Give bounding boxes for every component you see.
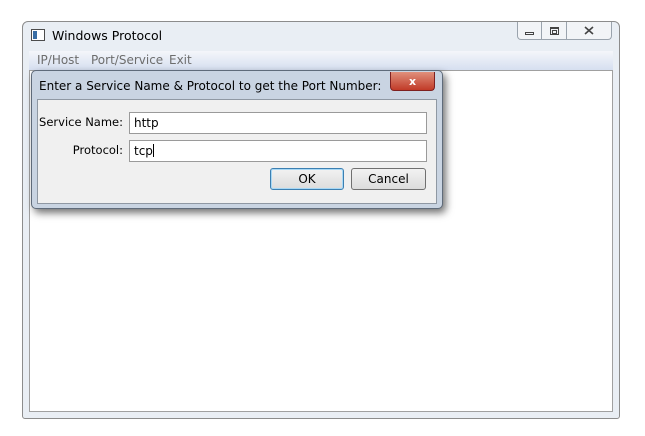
maximize-icon [549, 26, 559, 35]
protocol-value: tcp [134, 144, 153, 158]
service-port-dialog: Enter a Service Name & Protocol to get t… [31, 70, 443, 209]
window-title: Windows Protocol [52, 28, 163, 43]
service-name-label: Service Name: [39, 115, 123, 129]
protocol-label: Protocol: [72, 143, 123, 157]
protocol-input[interactable]: tcp [129, 140, 427, 162]
maximize-button[interactable] [542, 22, 567, 40]
dialog-close-button[interactable]: x [390, 72, 435, 91]
app-window-icon [31, 29, 45, 41]
menu-port-service[interactable]: Port/Service [91, 53, 163, 67]
close-icon: x [408, 74, 417, 88]
close-icon [584, 26, 594, 35]
ok-button[interactable]: OK [270, 168, 344, 190]
cancel-button[interactable]: Cancel [351, 168, 426, 190]
caption-buttons [517, 22, 612, 41]
service-name-input[interactable]: http [129, 112, 427, 134]
dialog-title: Enter a Service Name & Protocol to get t… [39, 79, 382, 93]
window-close-button[interactable] [567, 22, 612, 40]
menu-ip-host[interactable]: IP/Host [37, 53, 79, 67]
minimize-icon [525, 31, 534, 35]
menu-exit[interactable]: Exit [169, 53, 192, 67]
minimize-button[interactable] [517, 22, 542, 40]
title-bar[interactable]: Windows Protocol [23, 22, 619, 50]
dialog-body: Service Name: http Protocol: tcp OK Canc… [37, 99, 437, 204]
menu-bar: IP/Host Port/Service Exit [29, 51, 613, 71]
